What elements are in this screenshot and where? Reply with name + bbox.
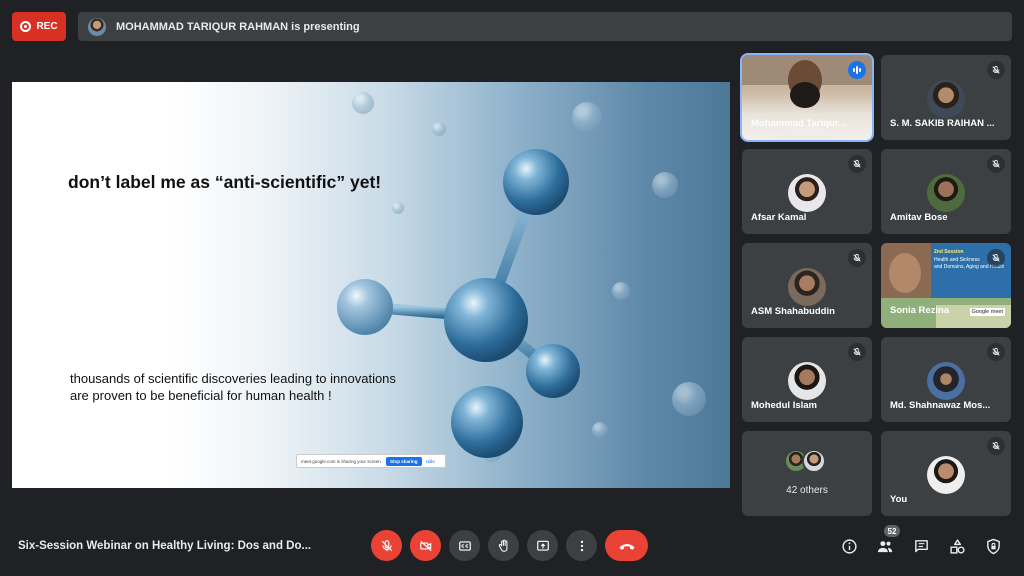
activities-icon xyxy=(949,538,965,554)
mic-off-icon xyxy=(987,61,1005,79)
participant-name: Afsar Kamal xyxy=(751,212,807,223)
present-button[interactable] xyxy=(527,530,558,561)
camera-off-icon xyxy=(419,540,432,551)
participant-tile[interactable]: 2nd Session Health and Sickness and Doma… xyxy=(881,243,1011,328)
meeting-title: Six-Session Webinar on Healthy Living: D… xyxy=(18,540,312,552)
meeting-info-button[interactable] xyxy=(840,537,858,555)
avatar xyxy=(927,80,965,118)
video-overlay-text: 2nd Session xyxy=(934,249,964,255)
shared-screen: don’t label me as “anti-scientific” yet!… xyxy=(12,82,730,488)
participant-name: Md. Shahnawaz Mos... xyxy=(890,400,991,411)
presenter-avatar xyxy=(88,17,106,36)
mic-off-icon xyxy=(848,155,866,173)
chat-button[interactable] xyxy=(912,537,930,555)
others-count: 42 others xyxy=(786,485,828,496)
recording-indicator[interactable]: REC xyxy=(12,12,66,41)
people-button[interactable] xyxy=(876,537,894,555)
participant-name: Sonia Rezina xyxy=(890,305,950,316)
google-meet-logo: Google meet xyxy=(969,308,1005,316)
mic-toggle-button[interactable] xyxy=(371,530,402,561)
mic-off-icon xyxy=(987,437,1005,455)
speaking-indicator-icon xyxy=(848,61,866,79)
self-tile[interactable]: You xyxy=(881,431,1011,516)
avatar xyxy=(927,362,965,400)
presenter-text: MOHAMMAD TARIQUR RAHMAN is presenting xyxy=(116,20,360,33)
participant-tile[interactable]: S. M. SAKIB RAIHAN ... xyxy=(881,55,1011,140)
avatar xyxy=(802,449,826,473)
captions-button[interactable] xyxy=(449,530,480,561)
info-icon xyxy=(841,538,857,554)
mic-off-icon xyxy=(987,155,1005,173)
stop-sharing-button[interactable]: Stop sharing xyxy=(386,456,422,466)
mic-off-icon xyxy=(848,249,866,267)
participant-name: ASM Shahabuddin xyxy=(751,306,835,317)
participant-name: Mohammad Tariqur... xyxy=(751,118,846,129)
record-icon xyxy=(20,21,32,32)
slide-body-line: are proven to be beneficial for human he… xyxy=(70,388,332,403)
participant-tile[interactable]: ASM Shahabuddin xyxy=(742,243,872,328)
people-icon xyxy=(877,540,893,552)
more-options-icon xyxy=(580,540,583,551)
mic-off-icon xyxy=(987,249,1005,267)
sharing-notice: meet.google.com is sharing your screen. … xyxy=(296,454,446,468)
chat-icon xyxy=(914,539,928,552)
participant-tile[interactable]: Mohedul Islam xyxy=(742,337,872,422)
participant-name: Mohedul Islam xyxy=(751,400,817,411)
raise-hand-icon xyxy=(498,539,507,552)
people-count-badge: 52 xyxy=(884,525,900,537)
slide-heading: don’t label me as “anti-scientific” yet! xyxy=(68,172,382,192)
avatar xyxy=(788,174,826,212)
presenter-bar[interactable]: MOHAMMAD TARIQUR RAHMAN is presenting xyxy=(78,12,1012,41)
mic-off-icon xyxy=(381,539,392,551)
others-tile[interactable]: 42 others xyxy=(742,431,872,516)
sharing-notice-text: meet.google.com is sharing your screen. xyxy=(301,458,383,464)
slide-body-line: thousands of scientific discoveries lead… xyxy=(70,371,396,386)
participant-tile[interactable]: Md. Shahnawaz Mos... xyxy=(881,337,1011,422)
captions-icon xyxy=(458,540,471,551)
participant-name: Amitav Bose xyxy=(890,212,948,223)
raise-hand-button[interactable] xyxy=(488,530,519,561)
hide-button[interactable]: Hide xyxy=(426,459,435,464)
host-controls-icon xyxy=(986,538,1000,554)
participant-tile[interactable]: Amitav Bose xyxy=(881,149,1011,234)
participant-name: You xyxy=(890,494,908,505)
mic-off-icon xyxy=(987,343,1005,361)
participant-tile[interactable]: Mohammad Tariqur... xyxy=(740,53,874,142)
avatar xyxy=(927,174,965,212)
end-call-button[interactable] xyxy=(605,530,648,561)
video-overlay-text: Health and Sickness xyxy=(934,257,980,263)
activities-button[interactable] xyxy=(948,537,966,555)
end-call-icon xyxy=(619,543,634,550)
avatar xyxy=(788,362,826,400)
others-avatars xyxy=(784,449,826,473)
mic-off-icon xyxy=(848,343,866,361)
avatar xyxy=(927,456,965,494)
participant-name: S. M. SAKIB RAIHAN ... xyxy=(890,118,995,129)
present-icon xyxy=(536,540,549,551)
recording-label: REC xyxy=(36,21,58,32)
molecule-illustration xyxy=(337,149,580,458)
host-controls-button[interactable] xyxy=(984,537,1002,555)
more-options-button[interactable] xyxy=(566,530,597,561)
avatar xyxy=(788,268,826,306)
camera-toggle-button[interactable] xyxy=(410,530,441,561)
slide-body: thousands of scientific discoveries lead… xyxy=(70,370,396,404)
participant-tile[interactable]: Afsar Kamal xyxy=(742,149,872,234)
